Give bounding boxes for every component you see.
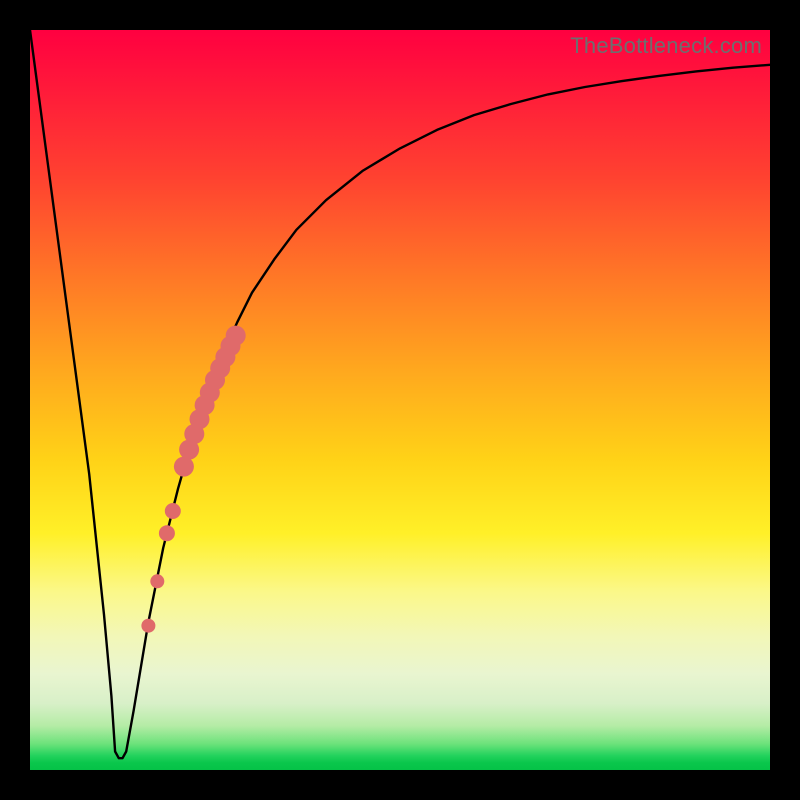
marker-point <box>226 326 246 346</box>
chart-frame: TheBottleneck.com <box>0 0 800 800</box>
marker-point <box>165 503 181 519</box>
marker-point <box>159 525 175 541</box>
plot-area: TheBottleneck.com <box>30 30 770 770</box>
chart-svg <box>30 30 770 770</box>
bottleneck-curve-path <box>30 30 770 758</box>
marker-point <box>150 574 164 588</box>
marker-point <box>141 619 155 633</box>
marker-point <box>174 457 194 477</box>
marker-group <box>141 326 245 633</box>
